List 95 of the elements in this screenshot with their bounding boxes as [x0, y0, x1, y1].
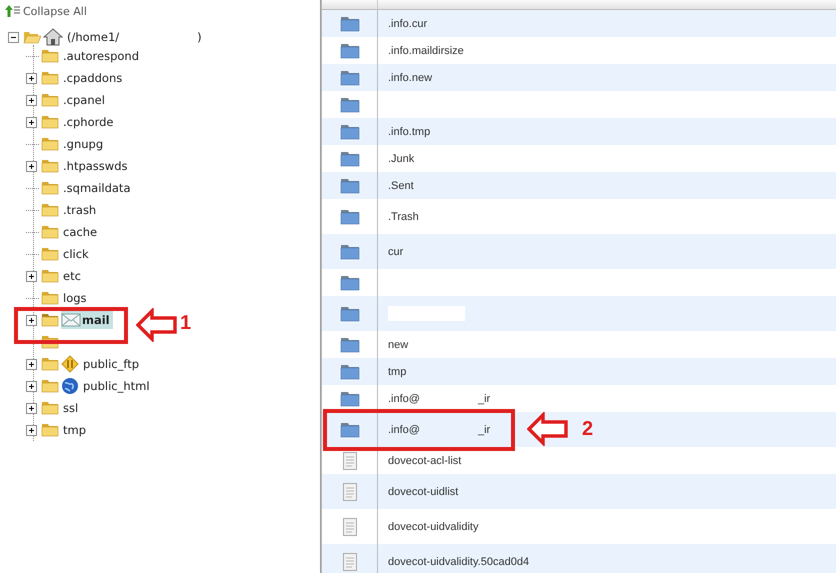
tree-item[interactable]: .autorespond	[61, 48, 142, 64]
file-name[interactable]: cur	[388, 246, 404, 258]
expand-toggle-icon[interactable]	[26, 424, 37, 436]
folder-icon	[340, 16, 360, 32]
callout-number: 2	[582, 418, 594, 441]
folder-icon	[340, 390, 360, 406]
expand-toggle-icon[interactable]	[26, 380, 37, 392]
collapse-all-link[interactable]: Collapse All	[0, 0, 320, 23]
file-name[interactable]: .info.new	[388, 72, 432, 84]
folder-icon	[340, 364, 360, 380]
tree-item[interactable]: public_ftp	[81, 356, 142, 372]
tree-item[interactable]: .trash	[61, 202, 98, 218]
tree-item[interactable]: click	[61, 246, 91, 262]
expand-toggle-icon[interactable]	[26, 94, 37, 106]
left-arrow-icon	[527, 412, 569, 446]
tree-item-label[interactable]: (/home1/	[65, 29, 122, 45]
document-icon	[342, 482, 356, 500]
expand-toggle-icon[interactable]	[26, 116, 37, 128]
folder-icon	[41, 269, 59, 283]
file-name[interactable]: .Junk	[388, 152, 414, 164]
expand-toggle-icon[interactable]	[26, 270, 37, 282]
callout-number: 1	[180, 312, 192, 335]
file-name[interactable]: tmp	[388, 366, 406, 378]
tree-item[interactable]: etc	[61, 268, 83, 284]
folder-icon	[41, 203, 59, 217]
folder-icon	[41, 291, 59, 305]
file-name[interactable]: .Sent	[388, 180, 414, 192]
expand-toggle-icon[interactable]	[26, 314, 37, 326]
file-name[interactable]: .info.maildirsize	[388, 44, 464, 56]
folder-icon	[41, 313, 59, 327]
folder-icon	[340, 422, 360, 438]
document-icon	[342, 452, 356, 470]
folder-icon	[41, 357, 59, 371]
file-name[interactable]: dovecot-acl-list	[388, 454, 462, 466]
file-name[interactable]: .info.cur	[388, 18, 428, 30]
tree-item[interactable]: ssl	[61, 400, 80, 416]
expand-toggle-icon[interactable]	[26, 358, 37, 370]
folder-icon	[340, 150, 360, 166]
tree-item[interactable]: mail	[61, 311, 113, 329]
file-name[interactable]: _ir	[478, 424, 490, 436]
envelope-icon	[61, 312, 81, 328]
folder-icon	[41, 93, 59, 107]
file-name[interactable]: new	[388, 338, 408, 350]
folder-icon	[41, 181, 59, 195]
document-icon	[342, 518, 356, 536]
tree-item[interactable]: cache	[61, 224, 100, 240]
file-name[interactable]: dovecot-uidvalidity.50cad0d4	[388, 556, 530, 568]
file-name[interactable]: dovecot-uidvalidity	[388, 520, 478, 532]
folder-icon	[340, 178, 360, 194]
file-name[interactable]: dovecot-uidlist	[388, 486, 458, 498]
folder-icon	[41, 49, 59, 63]
file-name[interactable]: .Trash	[388, 210, 419, 222]
tree-item[interactable]: .cpanel	[61, 92, 107, 108]
folder-icon	[41, 71, 59, 85]
tree-item-label[interactable]: )	[195, 29, 204, 45]
tree-item[interactable]: .cpaddons	[61, 70, 124, 86]
folder-icon	[340, 42, 360, 58]
tree-item[interactable]: tmp	[61, 422, 88, 438]
tree-item[interactable]: .gnupg	[61, 136, 106, 152]
file-name[interactable]: .info@	[388, 392, 420, 404]
folder-icon	[41, 247, 59, 261]
folder-icon	[340, 274, 360, 290]
folder-icon	[41, 401, 59, 415]
collapse-icon	[5, 5, 21, 17]
expand-toggle-icon[interactable]	[26, 402, 37, 414]
folder-icon	[340, 306, 360, 322]
folder-icon	[340, 336, 360, 352]
file-name[interactable]: .info@	[388, 424, 420, 436]
tree-item[interactable]: .cphorde	[61, 114, 116, 130]
expand-toggle-icon[interactable]	[26, 72, 37, 84]
folder-icon	[340, 208, 360, 224]
folder-icon	[41, 159, 59, 173]
tree-item[interactable]: .htpasswds	[61, 158, 130, 174]
folder-icon	[340, 96, 360, 112]
file-name[interactable]: .info.tmp	[388, 126, 430, 138]
folder-icon	[41, 379, 59, 393]
folder-icon	[340, 70, 360, 86]
folder-icon	[41, 423, 59, 437]
folder-icon	[340, 244, 360, 260]
folder-icon	[41, 137, 59, 151]
folder-icon	[41, 225, 59, 239]
tree-item[interactable]: public_html	[81, 378, 152, 394]
warning-diamond-icon	[61, 355, 79, 373]
document-icon	[342, 552, 356, 570]
house-icon	[43, 28, 63, 46]
expand-toggle-icon[interactable]	[26, 160, 37, 172]
folder-icon	[340, 124, 360, 140]
globe-icon	[61, 377, 79, 395]
file-name[interactable]: _ir	[478, 392, 490, 404]
left-arrow-icon	[136, 308, 178, 342]
tree-item[interactable]: .sqmaildata	[61, 180, 132, 196]
tree-item[interactable]: logs	[61, 290, 89, 306]
folder-icon	[41, 115, 59, 129]
open-folder-icon	[23, 30, 41, 44]
collapse-toggle-icon[interactable]	[8, 32, 19, 42]
